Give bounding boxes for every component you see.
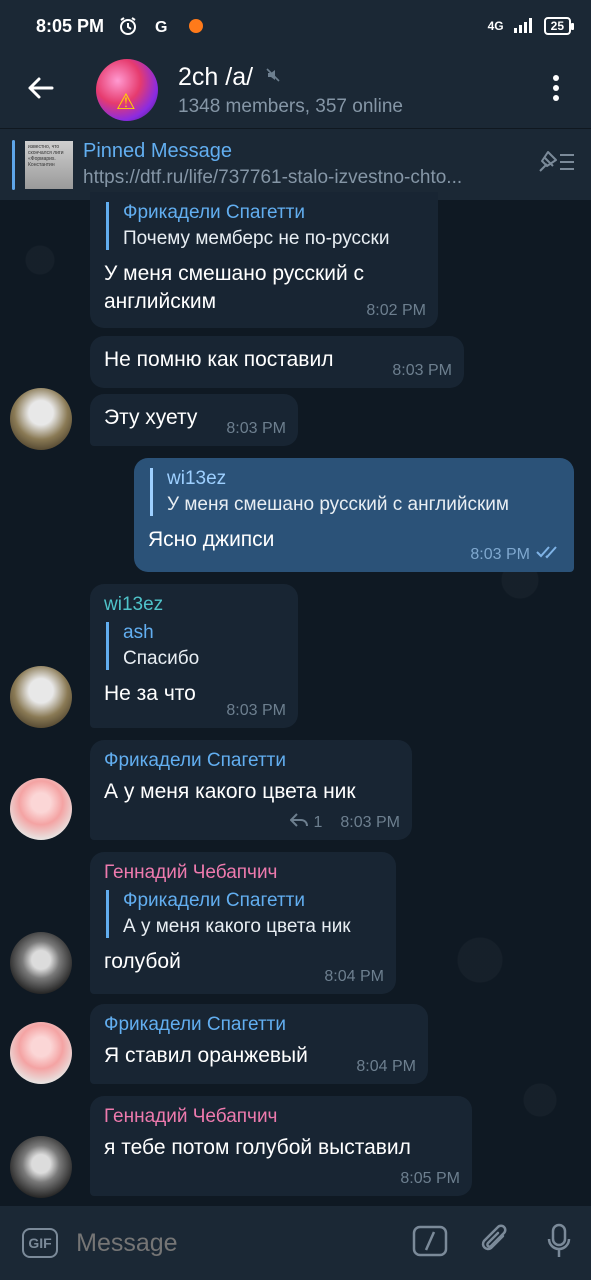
header-text[interactable]: 2ch /a/ 1348 members, 357 online (178, 63, 521, 118)
message-time: 8:03 PM (470, 545, 530, 563)
reply-text: А у меня какого цвета ник (123, 916, 351, 937)
app-notification-icon (186, 16, 206, 36)
group-avatar[interactable] (96, 59, 158, 121)
network-type: 4G (487, 19, 504, 33)
message-bubble[interactable]: Эту хуету 8:03 PM (90, 394, 298, 446)
more-vert-icon (552, 74, 560, 107)
message-bubble[interactable]: wi13ez ash Спасибо Не за что 8:03 PM (90, 584, 298, 728)
alarm-icon (118, 16, 138, 36)
pinned-message-bar[interactable]: известно, что скончался лиги «Формариs. … (0, 128, 591, 200)
attach-button[interactable] (462, 1206, 526, 1280)
message-time: 8:03 PM (392, 362, 452, 379)
reply-icon (289, 813, 308, 832)
mic-icon (547, 1223, 571, 1264)
avatar[interactable] (10, 932, 72, 994)
sender-name[interactable]: wi13ez (104, 594, 284, 616)
pinned-list-button[interactable] (521, 129, 591, 201)
avatar[interactable] (10, 1136, 72, 1198)
message-time: 8:03 PM (226, 702, 286, 719)
sender-name[interactable]: Геннадий Чебапчич (104, 1106, 458, 1128)
message-time: 8:05 PM (400, 1170, 460, 1187)
chat-header: 2ch /a/ 1348 members, 357 online (0, 52, 591, 128)
reply-author: wi13ez (167, 468, 227, 489)
sender-name[interactable]: Фрикадели Спагетти (104, 750, 398, 772)
back-button[interactable] (0, 52, 80, 128)
reply-text: Почему мемберс не по-русски (123, 228, 390, 249)
chat-subtitle: 1348 members, 357 online (178, 95, 403, 117)
avatar[interactable] (10, 388, 72, 450)
sender-name[interactable]: Геннадий Чебапчич (104, 862, 382, 884)
message-bubble[interactable]: Геннадий Чебапчич я тебе потом голубой в… (90, 1096, 472, 1196)
reply-text: У меня смешано русский с английским (167, 494, 509, 515)
pinned-link: https://dtf.ru/life/737761-stalo-izvestn… (83, 167, 463, 188)
outgoing-message-bubble[interactable]: wi13ez У меня смешано русский с английск… (134, 458, 574, 572)
reply-quote[interactable]: Фрикадели Спагетти Почему мемберс не по-… (106, 202, 424, 250)
unpin-list-icon (536, 149, 576, 180)
reply-author: ash (123, 622, 154, 643)
message-time: 8:03 PM (226, 420, 286, 437)
message-input-bar: GIF (0, 1206, 591, 1280)
reply-quote[interactable]: ash Спасибо (106, 622, 284, 670)
pinned-thumbnail: известно, что скончался лиги «Формариs. … (25, 140, 73, 189)
mute-icon (265, 67, 281, 88)
message-bubble[interactable]: Не помню как поставил 8:03 PM (90, 336, 464, 388)
reply-quote[interactable]: wi13ez У меня смешано русский с английск… (150, 468, 560, 516)
message-time: 8:02 PM (366, 302, 426, 319)
message-time: 8:04 PM (356, 1058, 416, 1075)
status-time: 8:05 PM (36, 15, 105, 36)
attach-icon (479, 1224, 511, 1263)
message-bubble[interactable]: Фрикадели Спагетти А у меня какого цвета… (90, 740, 412, 840)
pinned-indicator (12, 139, 15, 190)
message-input[interactable] (76, 1228, 399, 1258)
reply-author: Фрикадели Спагетти (123, 202, 305, 223)
message-text: я тебе потом голубой выставил (104, 1136, 411, 1159)
message-bubble[interactable]: Геннадий Чебапчич Фрикадели Спагетти А у… (90, 852, 396, 994)
status-right: 4G 25 (487, 17, 575, 36)
avatar[interactable] (10, 666, 72, 728)
gif-button[interactable]: GIF (22, 1228, 59, 1258)
message-bubble[interactable]: Фрикадели Спагетти Я ставил оранжевый 8:… (90, 1004, 428, 1084)
battery-indicator: 25 (543, 17, 575, 35)
pinned-title: Pinned Message (83, 140, 232, 162)
message-text: А у меня какого цвета ник (104, 780, 356, 803)
chat-title: 2ch /a/ (178, 62, 254, 91)
reply-quote[interactable]: Фрикадели Спагетти А у меня какого цвета… (106, 890, 382, 938)
bot-command-button[interactable] (398, 1206, 462, 1280)
more-menu-button[interactable] (521, 52, 591, 128)
voice-button[interactable] (527, 1206, 591, 1280)
message-time: 8:04 PM (324, 968, 384, 985)
message-bubble[interactable]: Фрикадели Спагетти Почему мемберс не по-… (90, 192, 438, 328)
reply-text: Спасибо (123, 648, 200, 669)
message-status: 8:03 PM (470, 545, 562, 564)
google-icon: G (152, 16, 172, 36)
svg-text:G: G (155, 19, 167, 35)
command-slash-icon (412, 1225, 448, 1262)
back-arrow-icon (26, 76, 54, 105)
sender-name[interactable]: Фрикадели Спагетти (104, 1014, 414, 1036)
pinned-text: Pinned Message https://dtf.ru/life/73776… (83, 140, 521, 189)
message-time: 8:03 PM (340, 813, 400, 831)
reply-author: Фрикадели Спагетти (123, 890, 305, 911)
reply-count: 1 (313, 813, 323, 831)
message-meta: 1 8:03 PM (289, 813, 400, 832)
double-check-icon (536, 545, 562, 564)
avatar[interactable] (10, 778, 72, 840)
signal-icon (512, 17, 536, 36)
status-bar: 8:05 PM G 4G 25 (0, 0, 591, 52)
avatar[interactable] (10, 1022, 72, 1084)
